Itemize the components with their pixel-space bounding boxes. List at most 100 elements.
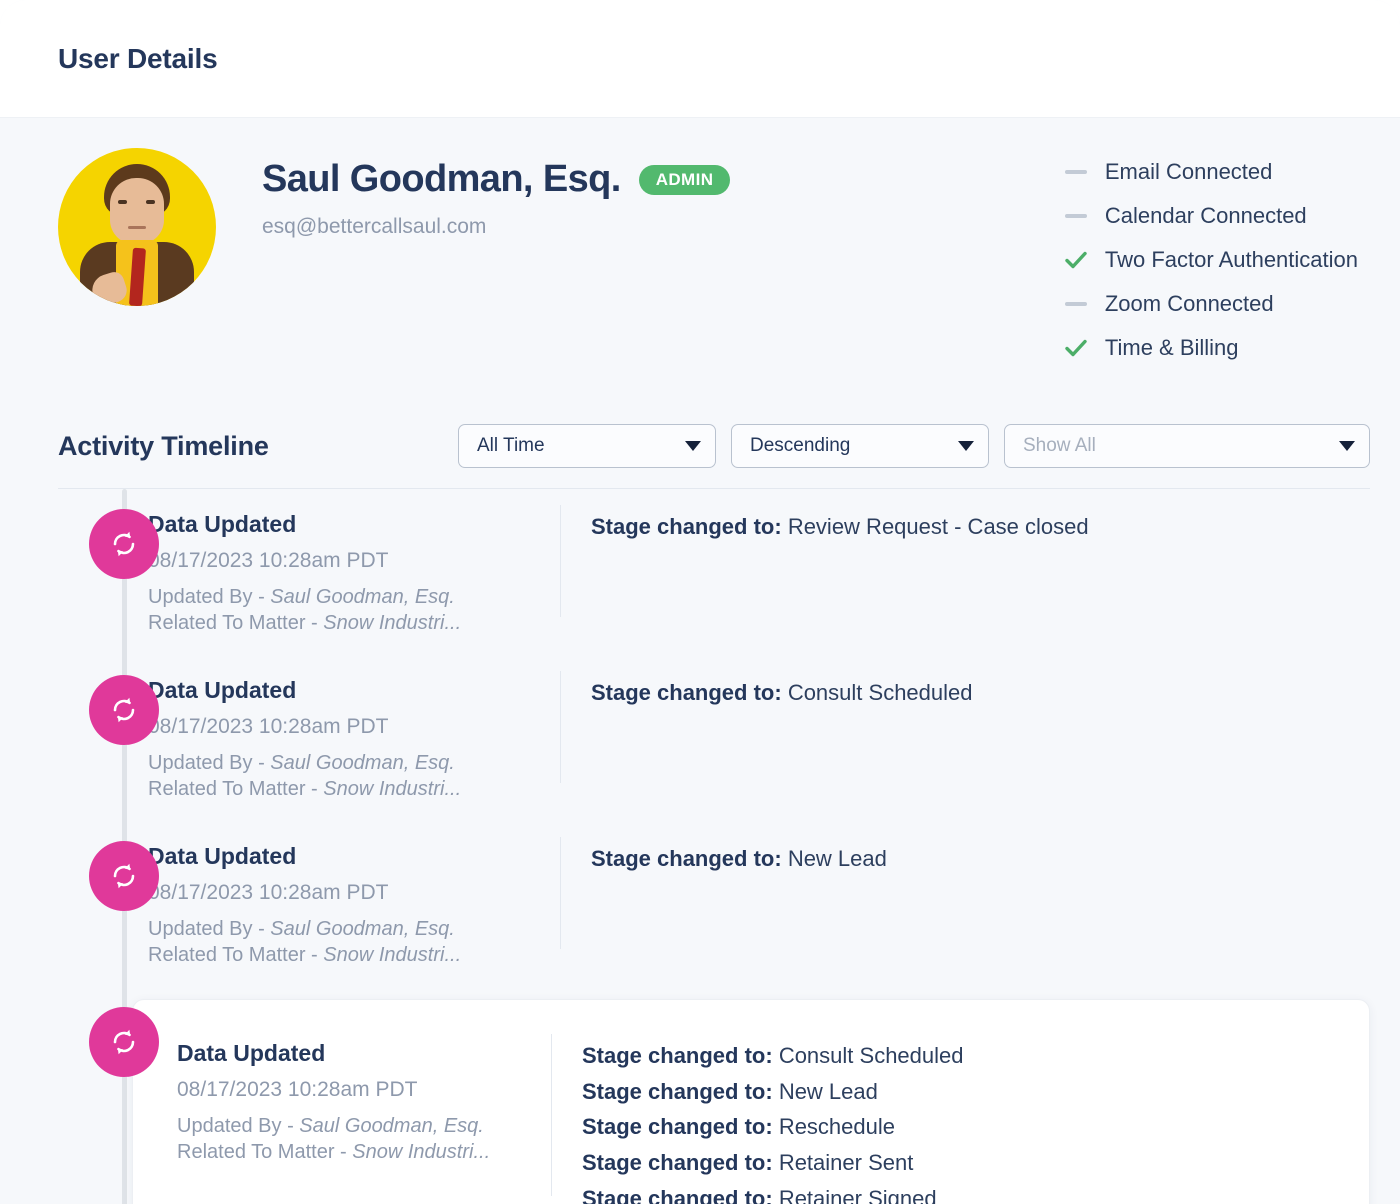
event-type: Data Updated xyxy=(177,1040,326,1066)
stage-change-line: Stage changed to: Reschedule xyxy=(582,1109,1369,1145)
sync-refresh-icon xyxy=(89,841,159,911)
chevron-down-icon xyxy=(958,441,974,451)
related-matter-label: Related To Matter - xyxy=(148,944,318,967)
timeline-entry-stages: Stage changed to: New Lead xyxy=(561,833,1400,877)
stage-label: Stage changed to: xyxy=(582,1149,773,1175)
avatar-face xyxy=(110,178,164,244)
timeline-entry[interactable]: Data Updated 08/17/2023 10:28am PDT Upda… xyxy=(0,501,1400,667)
status-label: Calendar Connected xyxy=(1104,202,1307,228)
avatar-mouth xyxy=(128,226,146,229)
updated-by-label: Updated By - xyxy=(177,1115,294,1137)
stage-value: Retainer Sent xyxy=(778,1149,914,1175)
event-timestamp: 08/17/2023 10:28am PDT xyxy=(177,1078,418,1101)
timeline-entry-body: Data Updated 08/17/2023 10:28am PDT Upda… xyxy=(148,501,1400,637)
activity-timeline-title: Activity Timeline xyxy=(58,430,269,461)
user-email: esq@bettercallsaul.com xyxy=(262,215,487,238)
stage-change-line: Stage changed to: New Lead xyxy=(591,841,1400,877)
related-matter-label: Related To Matter - xyxy=(148,612,318,635)
role-badge-admin: ADMIN xyxy=(638,164,731,195)
check-icon xyxy=(1063,247,1089,273)
timeline-entry-body: Data Updated 08/17/2023 10:28am PDT Upda… xyxy=(132,999,1370,1204)
event-timestamp: 08/17/2023 10:28am PDT xyxy=(148,881,389,904)
stage-value: Reschedule xyxy=(778,1114,895,1140)
timeline-entry[interactable]: Data Updated 08/17/2023 10:28am PDT Upda… xyxy=(0,833,1400,999)
activity-timeline: Data Updated 08/17/2023 10:28am PDT Upda… xyxy=(0,489,1400,1204)
timeline-entry-stages: Stage changed to: Consult Scheduled xyxy=(561,667,1400,711)
sync-refresh-icon xyxy=(89,509,159,579)
event-timestamp: 08/17/2023 10:28am PDT xyxy=(148,715,389,738)
name-row: Saul Goodman, Esq. ADMIN xyxy=(262,158,1063,201)
stage-value: Consult Scheduled xyxy=(778,1043,964,1068)
timeline-entry-details: Data Updated 08/17/2023 10:28am PDT Upda… xyxy=(133,1030,551,1166)
activity-header: Activity Timeline All Time Descending Sh… xyxy=(0,396,1400,488)
stage-change-line: Stage changed to: New Lead xyxy=(582,1074,1369,1110)
related-matter-value: Snow Industri... xyxy=(323,944,462,967)
stage-value: New Lead xyxy=(787,846,887,871)
dash-icon xyxy=(1063,291,1089,317)
timeline-entry-details: Data Updated 08/17/2023 10:28am PDT Upda… xyxy=(148,501,560,637)
profile-band: Saul Goodman, Esq. ADMIN esq@bettercalls… xyxy=(0,118,1400,396)
timeline-entry-body: Data Updated 08/17/2023 10:28am PDT Upda… xyxy=(148,667,1400,803)
stage-label: Stage changed to: xyxy=(582,1078,773,1104)
status-label: Time & Billing xyxy=(1104,334,1239,360)
status-label: Two Factor Authentication xyxy=(1104,246,1358,272)
timeline-entry-stages: Stage changed to: Consult Scheduled Stag… xyxy=(552,1030,1369,1204)
sync-refresh-icon xyxy=(89,1007,159,1077)
timeline-entry[interactable]: Data Updated 08/17/2023 10:28am PDT Upda… xyxy=(0,999,1400,1204)
timeline-entry[interactable]: Data Updated 08/17/2023 10:28am PDT Upda… xyxy=(0,667,1400,833)
timeline-entry-details: Data Updated 08/17/2023 10:28am PDT Upda… xyxy=(148,667,560,803)
related-matter-value: Snow Industri... xyxy=(323,612,462,635)
type-filter-select[interactable]: Show All xyxy=(1004,424,1370,468)
stage-label: Stage changed to: xyxy=(582,1185,773,1204)
stage-value: Consult Scheduled xyxy=(787,680,973,705)
user-name: Saul Goodman, Esq. xyxy=(262,158,621,200)
related-matter-value: Snow Industri... xyxy=(352,1141,491,1164)
dash-icon xyxy=(1063,203,1089,229)
sort-order-select[interactable]: Descending xyxy=(731,424,989,468)
status-label: Email Connected xyxy=(1104,158,1273,184)
avatar-eye-right xyxy=(146,200,155,204)
event-meta: Updated By - Saul Goodman, Esq. Related … xyxy=(148,750,536,803)
stage-value: Retainer Signed xyxy=(778,1185,937,1204)
connection-status-list: Email Connected Calendar Connected Two F… xyxy=(1063,148,1370,396)
sync-refresh-icon xyxy=(89,675,159,745)
event-type: Data Updated xyxy=(148,677,297,703)
stage-change-line: Stage changed to: Retainer Sent xyxy=(582,1145,1369,1181)
updated-by-value: Saul Goodman, Esq. xyxy=(299,1115,484,1137)
updated-by-label: Updated By - xyxy=(148,752,265,774)
sort-order-value: Descending xyxy=(750,435,851,456)
event-meta: Updated By - Saul Goodman, Esq. Related … xyxy=(148,584,536,637)
stage-label: Stage changed to: xyxy=(582,1114,773,1140)
chevron-down-icon xyxy=(685,441,701,451)
stage-label: Stage changed to: xyxy=(582,1043,773,1068)
page-title: User Details xyxy=(58,42,218,74)
event-meta: Updated By - Saul Goodman, Esq. Related … xyxy=(177,1113,527,1166)
time-range-value: All Time xyxy=(477,435,545,456)
status-label: Zoom Connected xyxy=(1104,290,1274,316)
chevron-down-icon xyxy=(1339,441,1355,451)
status-item-email-connected: Email Connected xyxy=(1063,154,1358,189)
timeline-entry-details: Data Updated 08/17/2023 10:28am PDT Upda… xyxy=(148,833,560,969)
avatar-eye-left xyxy=(118,200,127,204)
stage-value: New Lead xyxy=(778,1078,878,1104)
stage-change-line: Stage changed to: Consult Scheduled xyxy=(591,675,1400,711)
stage-change-line: Stage changed to: Review Request - Case … xyxy=(591,509,1400,545)
related-matter-label: Related To Matter - xyxy=(177,1141,347,1164)
updated-by-label: Updated By - xyxy=(148,918,265,940)
dash-icon xyxy=(1063,159,1089,185)
stage-change-line: Stage changed to: Retainer Signed xyxy=(582,1181,1369,1204)
timeline-filters: All Time Descending Show All xyxy=(458,424,1370,468)
updated-by-value: Saul Goodman, Esq. xyxy=(270,918,455,940)
timeline-entry-stages: Stage changed to: Review Request - Case … xyxy=(561,501,1400,545)
stage-label: Stage changed to: xyxy=(591,514,782,539)
window-header: User Details xyxy=(0,0,1400,118)
profile-info: Saul Goodman, Esq. ADMIN esq@bettercalls… xyxy=(262,148,1063,396)
time-range-select[interactable]: All Time xyxy=(458,424,716,468)
type-filter-value: Show All xyxy=(1023,435,1096,456)
avatar xyxy=(58,148,216,306)
event-type: Data Updated xyxy=(148,843,297,869)
stage-label: Stage changed to: xyxy=(591,680,782,705)
event-meta: Updated By - Saul Goodman, Esq. Related … xyxy=(148,916,536,969)
related-matter-value: Snow Industri... xyxy=(323,778,462,801)
updated-by-value: Saul Goodman, Esq. xyxy=(270,586,455,608)
